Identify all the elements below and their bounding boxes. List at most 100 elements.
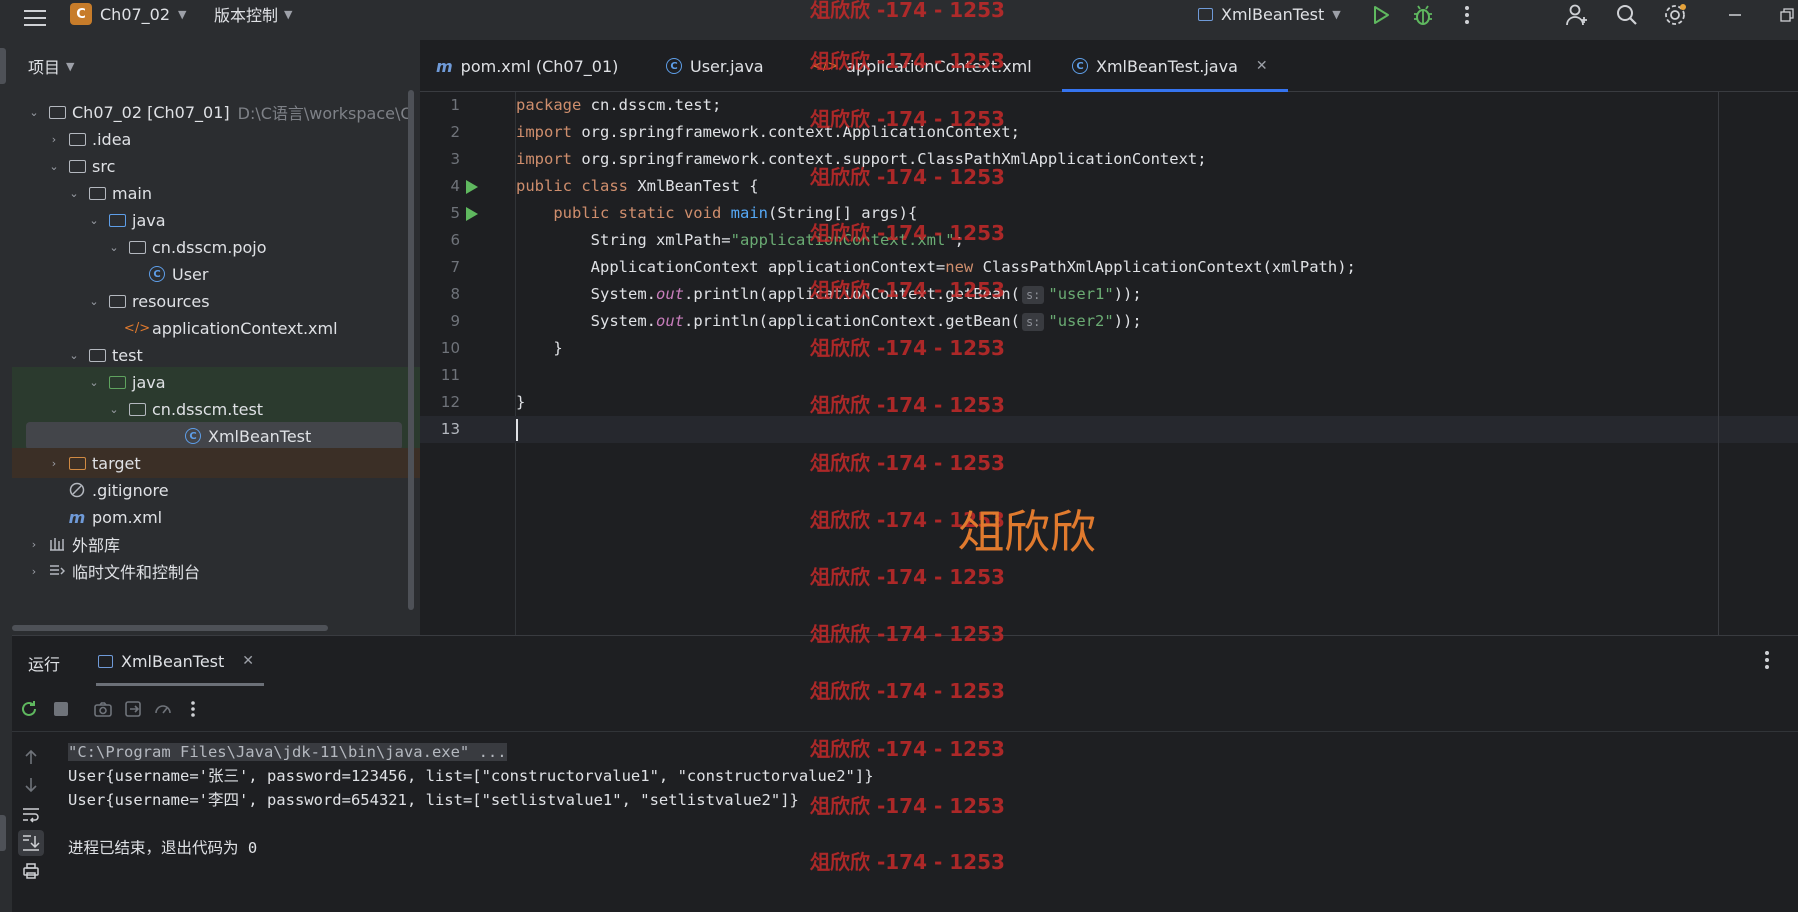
code-token: System.: [516, 285, 656, 303]
chevron-down-icon[interactable]: ⌄: [106, 403, 122, 416]
chevron-right-icon[interactable]: ›: [26, 565, 42, 578]
chevron-down-icon[interactable]: ⌄: [46, 160, 62, 173]
run-config-selector[interactable]: XmlBeanTest ▼: [1198, 0, 1341, 28]
package-icon: [128, 239, 146, 255]
tree-item-label: 临时文件和控制台: [72, 563, 201, 582]
arrow-down-icon[interactable]: [20, 774, 42, 796]
chevron-down-icon[interactable]: ⌄: [86, 376, 102, 389]
tab-label: User.java: [690, 56, 764, 76]
tab-applicationcontext-xml[interactable]: </> applicationContext.xml: [812, 40, 1032, 92]
tree-item-pojo-package[interactable]: ⌄ cn.dsscm.pojo: [12, 232, 420, 262]
console-line: User{username='张三', password=123456, lis…: [68, 767, 874, 785]
chevron-down-icon[interactable]: ⌄: [86, 214, 102, 227]
rerun-icon[interactable]: [18, 698, 40, 720]
line-number: 3: [450, 150, 460, 168]
exit-icon[interactable]: [122, 698, 144, 720]
line-number: 1: [450, 96, 460, 114]
close-icon[interactable]: ✕: [242, 653, 254, 669]
project-panel-header[interactable]: 项目 ▼: [12, 40, 420, 92]
code-token: out: [655, 285, 684, 303]
soft-wrap-icon[interactable]: [20, 804, 42, 826]
code-editor[interactable]: package cn.dsscm.test; import org.spring…: [420, 92, 1798, 635]
chevron-down-icon[interactable]: ⌄: [86, 295, 102, 308]
chevron-down-icon[interactable]: ⌄: [106, 241, 122, 254]
run-icon[interactable]: [1368, 2, 1394, 28]
tree-item-label: java: [132, 372, 166, 392]
run-gutter-icon[interactable]: [466, 180, 478, 194]
search-icon[interactable]: [1614, 2, 1640, 28]
tab-xmlbeantest-java[interactable]: C XmlBeanTest.java ✕: [1062, 40, 1288, 92]
module-folder-icon: [48, 104, 66, 120]
close-icon[interactable]: ✕: [1256, 58, 1268, 74]
tree-item-external-libs[interactable]: › 外部库: [12, 529, 420, 559]
more-actions-icon[interactable]: [182, 698, 204, 720]
tree-item-module[interactable]: ⌄ Ch07_02 [Ch07_01] D:\C语言\workspace\C: [12, 97, 420, 127]
code-token: System.: [516, 312, 656, 330]
chevron-down-icon[interactable]: ⌄: [66, 187, 82, 200]
tree-item-pom[interactable]: m pom.xml: [12, 502, 420, 532]
tree-item-label: src: [92, 156, 116, 176]
code-token: out: [655, 312, 684, 330]
tree-item-resources[interactable]: ⌄ resources: [12, 286, 420, 316]
stop-icon[interactable]: [50, 698, 72, 720]
restore-icon[interactable]: [1774, 2, 1798, 28]
tree-item-scratches[interactable]: › 临时文件和控制台: [12, 556, 420, 586]
chevron-right-icon[interactable]: ›: [46, 133, 62, 146]
tree-item-main-java[interactable]: ⌄ java: [12, 205, 420, 235]
run-tool-button[interactable]: [0, 815, 6, 851]
project-scrollbar-horizontal[interactable]: [12, 625, 328, 631]
tree-item-label: XmlBeanTest: [208, 426, 312, 446]
tab-pom-xml[interactable]: m pom.xml (Ch07_01): [436, 40, 618, 92]
code-token: cn.dsscm.test;: [581, 96, 722, 114]
code-token: import: [516, 150, 572, 168]
main-menu-icon[interactable]: [22, 5, 48, 31]
line-number: 9: [450, 312, 460, 330]
project-scrollbar-vertical[interactable]: [408, 90, 414, 610]
project-tool-button[interactable]: [0, 48, 6, 84]
line-number: 13: [440, 420, 460, 438]
camera-icon[interactable]: [92, 698, 114, 720]
code-token: org.springframework.context.support.Clas…: [572, 150, 1207, 168]
tree-item-appcontext[interactable]: </> applicationContext.xml: [12, 313, 420, 343]
settings-gear-icon[interactable]: [1662, 2, 1688, 28]
chevron-right-icon[interactable]: ›: [46, 457, 62, 470]
code-line: ApplicationContext applicationContext=ne…: [516, 254, 1798, 281]
tree-item-idea[interactable]: › .idea: [12, 124, 420, 154]
tree-item-src[interactable]: ⌄ src: [12, 151, 420, 181]
more-actions-icon[interactable]: [1764, 650, 1770, 674]
tree-item-main[interactable]: ⌄ main: [12, 178, 420, 208]
chevron-right-icon[interactable]: ›: [26, 538, 42, 551]
add-user-icon[interactable]: [1564, 2, 1590, 28]
code-token: main: [730, 204, 768, 222]
chevron-down-icon[interactable]: ⌄: [66, 349, 82, 362]
tree-item-test[interactable]: ⌄ test: [12, 340, 420, 370]
code-line: public static void main(String[] args){: [516, 200, 1798, 227]
more-actions-icon[interactable]: [1454, 2, 1480, 28]
scroll-to-end-icon[interactable]: [18, 830, 44, 856]
class-icon: C: [666, 58, 682, 74]
folder-icon: [68, 131, 86, 147]
tree-item-xmlbeantest[interactable]: C XmlBeanTest: [26, 422, 402, 450]
tab-user-java[interactable]: C User.java: [666, 40, 764, 92]
tree-item-label: java: [132, 210, 166, 230]
run-gutter-icon[interactable]: [466, 207, 478, 221]
vcs-menu[interactable]: 版本控制 ▼: [214, 0, 292, 28]
debug-icon[interactable]: [1410, 2, 1436, 28]
tree-item-user[interactable]: C User: [12, 259, 420, 289]
tree-item-target[interactable]: › target: [12, 448, 420, 478]
arrow-up-icon[interactable]: [20, 746, 42, 768]
tree-item-test-java[interactable]: ⌄ java: [12, 367, 420, 397]
line-number: 2: [450, 123, 460, 141]
code-token: new: [945, 258, 974, 276]
project-switcher[interactable]: C Ch07_02 ▼: [70, 0, 187, 28]
minimize-icon[interactable]: [1722, 2, 1748, 28]
print-icon[interactable]: [20, 860, 42, 882]
console-line: 进程已结束，退出代码为 0: [68, 839, 258, 857]
run-tab-xmlbeantest[interactable]: XmlBeanTest ✕: [96, 636, 264, 686]
chevron-down-icon[interactable]: ⌄: [26, 106, 42, 119]
tree-item-gitignore[interactable]: .gitignore: [12, 475, 420, 505]
coverage-icon[interactable]: [152, 698, 174, 720]
tab-label: applicationContext.xml: [846, 56, 1032, 76]
tree-item-test-package[interactable]: ⌄ cn.dsscm.test: [12, 394, 420, 424]
